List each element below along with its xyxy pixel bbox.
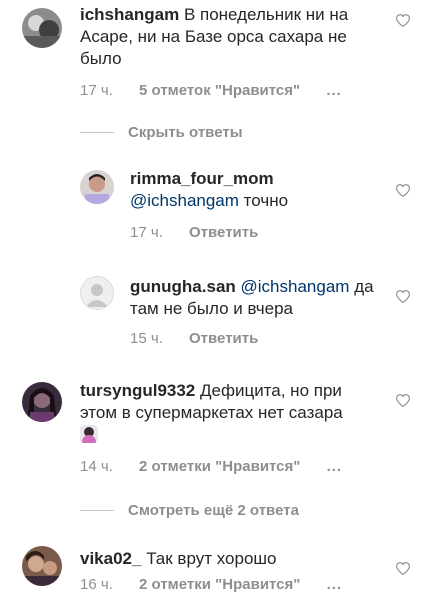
comment-username[interactable]: vika02_ (80, 549, 141, 568)
more-options-icon[interactable]: ... (327, 458, 343, 475)
hide-replies-label: Скрыть ответы (128, 124, 243, 141)
reply-meta: 17 ч. Ответить (130, 224, 280, 241)
thread-divider (80, 510, 114, 511)
comment-likes-count[interactable]: 2 отметки "Нравится" (139, 576, 300, 593)
reply-item: rimma_four_mom @ichshangam точно 17 ч. О… (0, 166, 434, 256)
comment-meta: 16 ч. 2 отметки "Нравится" ... (80, 576, 364, 593)
more-options-icon[interactable]: ... (327, 576, 343, 593)
mention-link[interactable]: @ichshangam (241, 277, 350, 296)
comment-text: Так врут хорошо (146, 549, 277, 568)
thread-divider (80, 132, 114, 133)
reply-username[interactable]: rimma_four_mom (130, 168, 390, 190)
reply-body: gunugha.san @ichshangam да там не было и… (130, 276, 390, 320)
heart-outline-icon[interactable] (396, 394, 410, 407)
comment-item: ichshangam В понедельник ни на Асаре, ни… (0, 0, 434, 120)
comment-time: 14 ч. (80, 458, 113, 475)
avatar[interactable] (22, 382, 62, 422)
comment-meta: 17 ч. 5 отметок "Нравится" ... (80, 82, 364, 99)
comment-username[interactable]: ichshangam (80, 5, 179, 24)
comment-item: tursyngul9332 Дефицита, но при этом в су… (0, 376, 434, 486)
hide-replies-button[interactable]: Скрыть ответы (80, 124, 243, 141)
reply-username[interactable]: gunugha.san (130, 277, 236, 296)
avatar[interactable] (80, 276, 114, 310)
comment-likes-count[interactable]: 2 отметки "Нравится" (139, 458, 300, 475)
view-more-replies-label: Смотреть ещё 2 ответа (128, 502, 299, 519)
comment-likes-count[interactable]: 5 отметок "Нравится" (139, 82, 300, 99)
avatar[interactable] (80, 170, 114, 204)
comment-time: 17 ч. (80, 82, 113, 99)
comment-body: vika02_ Так врут хорошо (80, 548, 380, 570)
reply-button[interactable]: Ответить (189, 224, 258, 241)
woman-shrugging-emoji-icon (80, 425, 98, 443)
reply-text: точно (243, 191, 289, 210)
view-more-replies-button[interactable]: Смотреть ещё 2 ответа (80, 502, 299, 519)
comments-screen: ichshangam В понедельник ни на Асаре, ни… (0, 0, 434, 600)
comment-time: 16 ч. (80, 576, 113, 593)
reply-time: 17 ч. (130, 224, 163, 241)
more-options-icon[interactable]: ... (326, 82, 342, 99)
avatar[interactable] (22, 546, 62, 586)
comment-body: ichshangam В понедельник ни на Асаре, ни… (80, 4, 390, 70)
heart-outline-icon[interactable] (396, 14, 410, 27)
heart-outline-icon[interactable] (396, 290, 410, 303)
comment-meta: 14 ч. 2 отметки "Нравится" ... (80, 458, 364, 475)
avatar[interactable] (22, 8, 62, 48)
reply-body: rimma_four_mom @ichshangam точно (130, 168, 390, 212)
comment-username[interactable]: tursyngul9332 (80, 381, 195, 400)
mention-link[interactable]: @ichshangam (130, 191, 239, 210)
heart-outline-icon[interactable] (396, 184, 410, 197)
reply-item: gunugha.san @ichshangam да там не было и… (0, 270, 434, 360)
reply-button[interactable]: Ответить (189, 330, 258, 347)
comment-item: vika02_ Так врут хорошо 16 ч. 2 отметки … (0, 540, 434, 600)
reply-time: 15 ч. (130, 330, 163, 347)
comment-body: tursyngul9332 Дефицита, но при этом в су… (80, 380, 360, 446)
heart-outline-icon[interactable] (396, 562, 410, 575)
reply-meta: 15 ч. Ответить (130, 330, 280, 347)
